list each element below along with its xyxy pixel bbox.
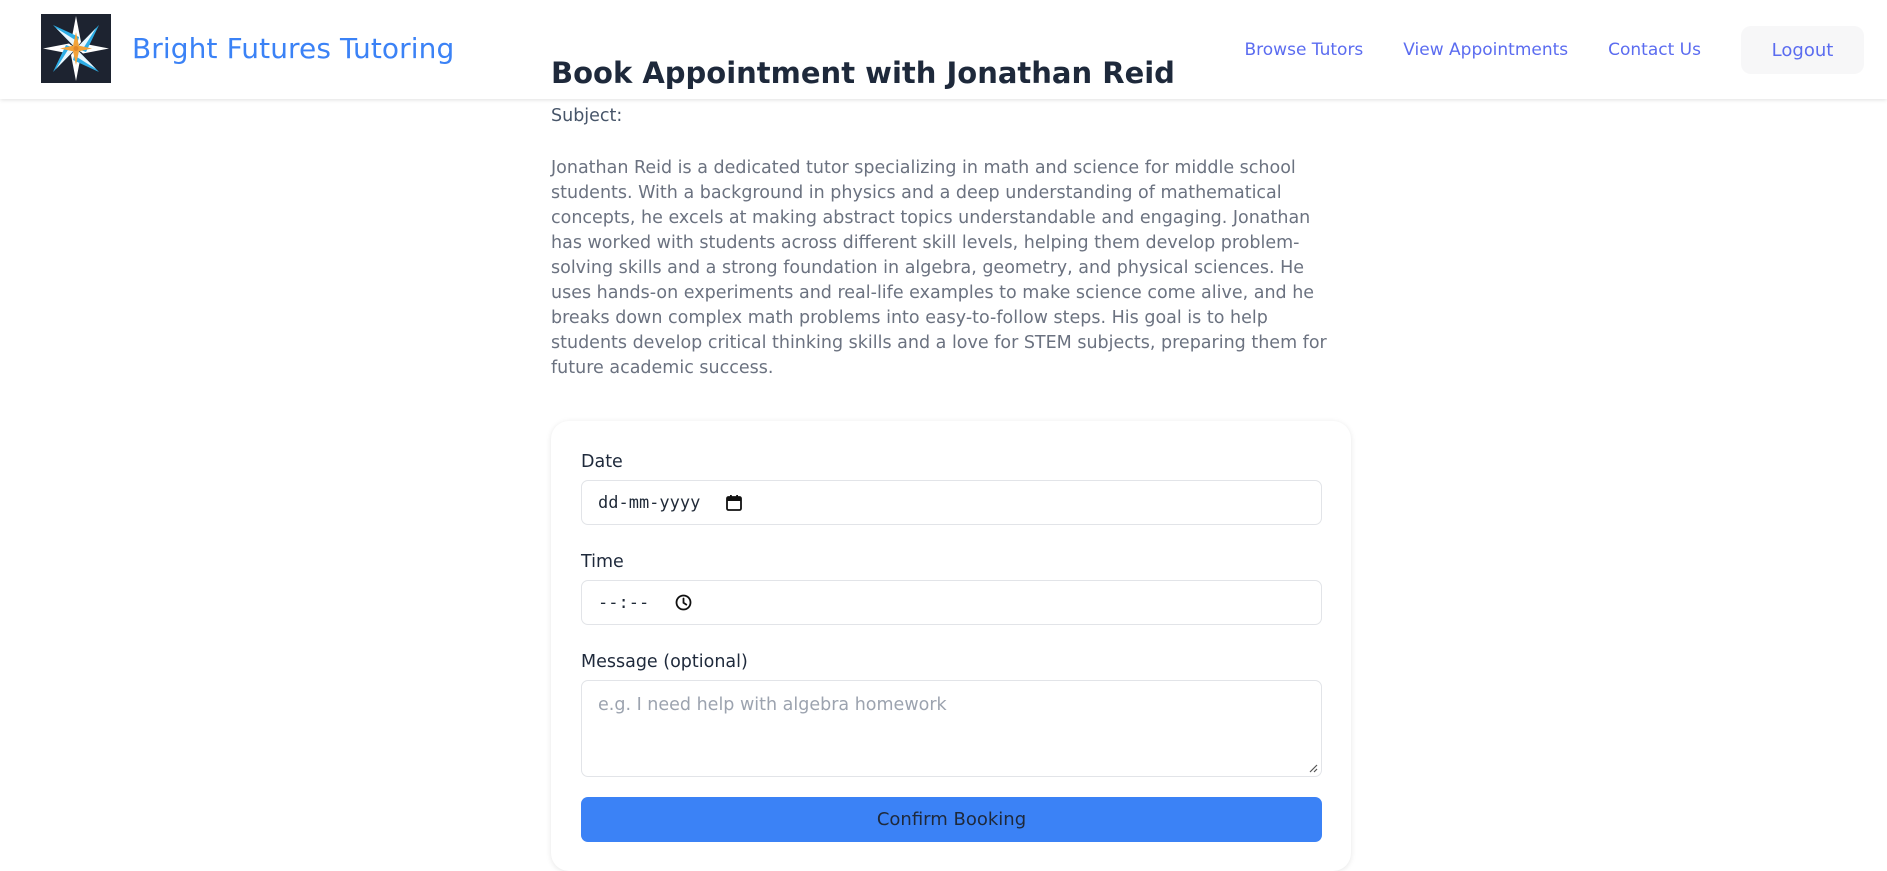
confirm-booking-button[interactable]: Confirm Booking <box>581 797 1322 842</box>
logout-button[interactable]: Logout <box>1741 26 1864 74</box>
message-textarea[interactable]: e.g. I need help with algebra homework <box>581 680 1322 777</box>
resize-handle-icon[interactable] <box>1309 764 1318 773</box>
time-label: Time <box>581 552 624 572</box>
date-label: Date <box>581 452 623 472</box>
nav-link-view-appointments[interactable]: View Appointments <box>1403 40 1568 60</box>
booking-form: Date dd-mm-yyyy Time --:-- Message (opti… <box>551 421 1351 871</box>
date-input[interactable]: dd-mm-yyyy <box>581 480 1322 525</box>
time-input[interactable]: --:-- <box>581 580 1322 625</box>
brand-name: Bright Futures Tutoring <box>132 32 455 65</box>
page-title: Book Appointment with Jonathan Reid <box>551 56 1175 90</box>
compass-star-icon <box>41 14 111 83</box>
calendar-icon[interactable] <box>726 494 743 511</box>
date-input-value: dd-mm-yyyy <box>598 492 701 513</box>
message-placeholder: e.g. I need help with algebra homework <box>598 695 947 715</box>
time-input-value: --:-- <box>598 592 650 613</box>
message-label: Message (optional) <box>581 652 748 672</box>
nav-link-contact-us[interactable]: Contact Us <box>1608 40 1701 60</box>
tutor-bio: Jonathan Reid is a dedicated tutor speci… <box>551 158 1327 378</box>
subject-label: Subject: <box>551 106 623 126</box>
booking-page: Book Appointment with Jonathan Reid Subj… <box>551 52 1351 871</box>
clock-icon[interactable] <box>675 594 692 611</box>
brand[interactable]: Bright Futures Tutoring <box>41 14 454 83</box>
